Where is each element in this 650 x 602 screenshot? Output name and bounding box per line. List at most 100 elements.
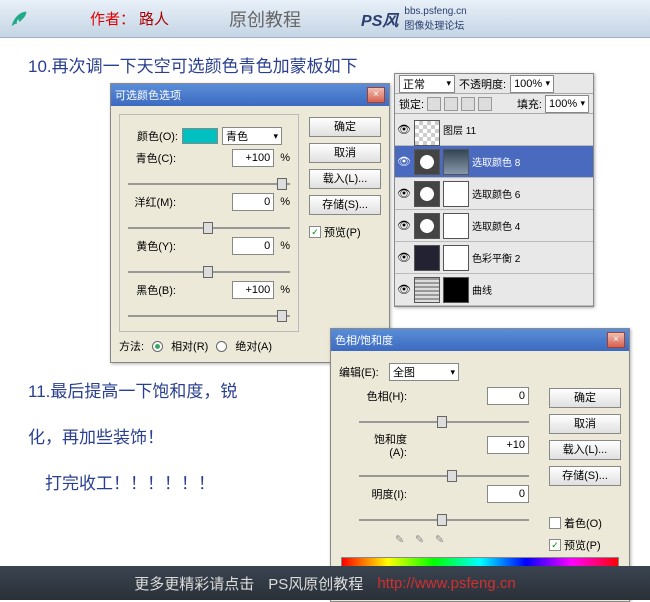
yellow-input[interactable]: 0 — [232, 237, 274, 255]
layer-thumb — [414, 181, 440, 207]
hue-save-button[interactable]: 存储(S)... — [549, 466, 621, 486]
eyedropper-icon[interactable]: ✎ — [395, 533, 409, 547]
hue-slider[interactable] — [359, 415, 529, 429]
logo-text: PS风 — [361, 7, 398, 31]
lock-paint-icon[interactable] — [444, 97, 458, 111]
hue-label: 色相(H): — [359, 388, 407, 404]
yellow-slider[interactable] — [128, 265, 290, 279]
layer-row[interactable]: 👁 色彩平衡 2 — [395, 242, 593, 274]
edit-label: 编辑(E): — [339, 364, 385, 380]
layer-thumb — [414, 277, 440, 303]
eyedropper-minus-icon[interactable]: ✎ — [435, 533, 449, 547]
cyan-input[interactable]: +100 — [232, 149, 274, 167]
layer-thumb — [414, 245, 440, 271]
logo-subtitle: 图像处理论坛 — [404, 17, 466, 32]
layers-panel: 正常 不透明度: 100% 锁定: 填充: 100% 👁图层 11 👁选取颜色 … — [394, 73, 594, 307]
ok-button[interactable]: 确定 — [309, 117, 381, 137]
relative-label: 相对(R) — [171, 338, 208, 354]
cyan-label: 青色(C): — [128, 150, 176, 166]
absolute-label: 绝对(A) — [235, 338, 272, 354]
footer-text-2: PS风原创教程 — [268, 573, 363, 594]
hue-ok-button[interactable]: 确定 — [549, 388, 621, 408]
layer-row[interactable]: 👁选取颜色 8 — [395, 146, 593, 178]
magenta-input[interactable]: 0 — [232, 193, 274, 211]
selective-color-dialog: 可选颜色选项 × 颜色(O): 青色 青色(C): +100 % 洋红(M): — [110, 83, 390, 363]
hue-titlebar[interactable]: 色相/饱和度 × — [331, 329, 629, 351]
sat-label: 饱和度(A): — [359, 431, 407, 459]
feather-icon — [8, 8, 30, 30]
preview-label: 预览(P) — [324, 224, 361, 240]
cyan-pct: % — [280, 152, 290, 164]
mask-thumb — [443, 149, 469, 175]
logo-url: bbs.psfeng.cn — [404, 6, 466, 17]
layer-thumb — [414, 149, 440, 175]
layer-name: 曲线 — [472, 282, 492, 297]
eye-icon[interactable]: 👁 — [397, 187, 411, 201]
absolute-radio[interactable] — [216, 341, 227, 352]
lig-slider[interactable] — [359, 513, 529, 527]
lock-move-icon[interactable] — [461, 97, 475, 111]
footer-text-1: 更多更精彩请点击 — [134, 573, 254, 594]
opacity-input[interactable]: 100% — [510, 75, 554, 93]
dialog-area: 可选颜色选项 × 颜色(O): 青色 青色(C): +100 % 洋红(M): — [110, 83, 650, 363]
yellow-label: 黄色(Y): — [128, 238, 176, 254]
blend-mode-dropdown[interactable]: 正常 — [399, 75, 455, 93]
lock-trans-icon[interactable] — [427, 97, 441, 111]
fill-label: 填充: — [517, 96, 542, 112]
layer-name: 色彩平衡 2 — [472, 250, 520, 265]
sat-input[interactable]: +10 — [487, 436, 529, 454]
load-button[interactable]: 载入(L)... — [309, 169, 381, 189]
eyedropper-plus-icon[interactable]: ✎ — [415, 533, 429, 547]
black-label: 黑色(B): — [128, 282, 176, 298]
hue-saturation-dialog: 色相/饱和度 × 编辑(E): 全图 色相(H): 0 饱和度(A): +10 明度… — [330, 328, 630, 602]
layer-name: 选取颜色 6 — [472, 186, 520, 201]
mask-thumb — [443, 213, 469, 239]
opacity-label: 不透明度: — [459, 76, 506, 92]
close-icon[interactable]: × — [367, 87, 385, 103]
lock-label: 锁定: — [399, 96, 424, 112]
hue-title: 色相/饱和度 — [335, 332, 393, 348]
eye-icon[interactable]: 👁 — [397, 283, 411, 297]
eye-icon[interactable]: 👁 — [397, 219, 411, 233]
relative-radio[interactable] — [152, 341, 163, 352]
eye-icon[interactable]: 👁 — [397, 251, 411, 265]
page-footer: 更多更精彩请点击 PS风原创教程 http://www.psfeng.cn — [0, 566, 650, 600]
hue-preview-checkbox[interactable]: ✓ — [549, 539, 561, 551]
sat-slider[interactable] — [359, 469, 529, 483]
close-icon[interactable]: × — [607, 332, 625, 348]
lock-all-icon[interactable] — [478, 97, 492, 111]
cancel-button[interactable]: 取消 — [309, 143, 381, 163]
save-button[interactable]: 存储(S)... — [309, 195, 381, 215]
fill-input[interactable]: 100% — [545, 95, 589, 113]
colorize-checkbox[interactable] — [549, 517, 561, 529]
layer-thumb — [414, 120, 440, 146]
layer-name: 选取颜色 4 — [472, 218, 520, 233]
hue-load-button[interactable]: 载入(L)... — [549, 440, 621, 460]
magenta-slider[interactable] — [128, 221, 290, 235]
eye-icon[interactable]: 👁 — [397, 123, 411, 137]
cyan-slider[interactable] — [128, 177, 290, 191]
preview-checkbox[interactable]: ✓ — [309, 226, 321, 238]
hue-cancel-button[interactable]: 取消 — [549, 414, 621, 434]
hue-input[interactable]: 0 — [487, 387, 529, 405]
eye-icon[interactable]: 👁 — [397, 155, 411, 169]
logo: PS风 bbs.psfeng.cn 图像处理论坛 — [361, 6, 467, 32]
layer-row[interactable]: 👁 选取颜色 6 — [395, 178, 593, 210]
mask-thumb — [443, 181, 469, 207]
lig-input[interactable]: 0 — [487, 485, 529, 503]
selective-title: 可选颜色选项 — [115, 87, 181, 103]
black-slider[interactable] — [128, 309, 290, 323]
lig-label: 明度(I): — [359, 486, 407, 502]
selective-titlebar[interactable]: 可选颜色选项 × — [111, 84, 389, 106]
layer-row[interactable]: 👁 选取颜色 4 — [395, 210, 593, 242]
page-title: 原创教程 — [229, 6, 301, 32]
color-swatch — [182, 128, 218, 144]
author-name: 路人 — [139, 8, 169, 29]
color-dropdown[interactable]: 青色 — [222, 127, 282, 145]
hue-preview-label: 预览(P) — [564, 537, 601, 553]
footer-url[interactable]: http://www.psfeng.cn — [377, 575, 515, 592]
edit-dropdown[interactable]: 全图 — [389, 363, 459, 381]
layer-row[interactable]: 👁 曲线 — [395, 274, 593, 306]
black-input[interactable]: +100 — [232, 281, 274, 299]
layer-row[interactable]: 👁图层 11 — [395, 114, 593, 146]
